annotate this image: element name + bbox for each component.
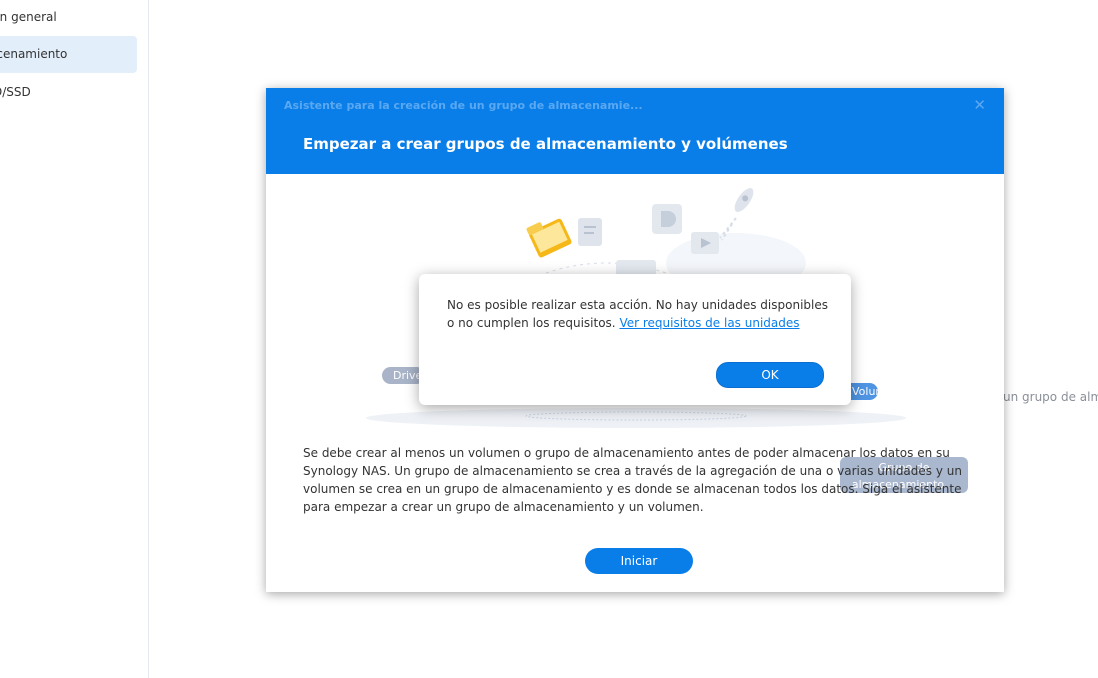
sidebar-item-label: ión general — [0, 10, 57, 24]
drive-requirements-link[interactable]: Ver requisitos de las unidades — [619, 316, 799, 330]
wizard-header: Asistente para la creación de un grupo d… — [266, 88, 1004, 174]
sidebar-item-label: D/SSD — [0, 85, 31, 99]
close-icon[interactable]: ✕ — [973, 96, 986, 114]
start-button[interactable]: Iniciar — [585, 548, 693, 574]
wizard-window-title: Asistente para la creación de un grupo d… — [284, 99, 643, 112]
sidebar: ión general acenamiento D/SSD — [0, 0, 149, 678]
sidebar-item-hdd-ssd[interactable]: D/SSD — [0, 74, 137, 111]
sidebar-item-label: acenamiento — [0, 47, 68, 61]
wizard-description: Se debe crear al menos un volumen o grup… — [303, 446, 962, 514]
ok-button[interactable]: OK — [716, 362, 824, 388]
wizard-heading: Empezar a crear grupos de almacenamiento… — [303, 135, 788, 153]
sidebar-item-storage[interactable]: acenamiento — [0, 36, 137, 73]
background-partial-text: un grupo de alm — [1003, 390, 1098, 404]
sidebar-item-overview[interactable]: ión general — [0, 0, 137, 36]
error-message: No es posible realizar esta acción. No h… — [447, 296, 832, 332]
error-dialog: No es posible realizar esta acción. No h… — [419, 274, 851, 405]
